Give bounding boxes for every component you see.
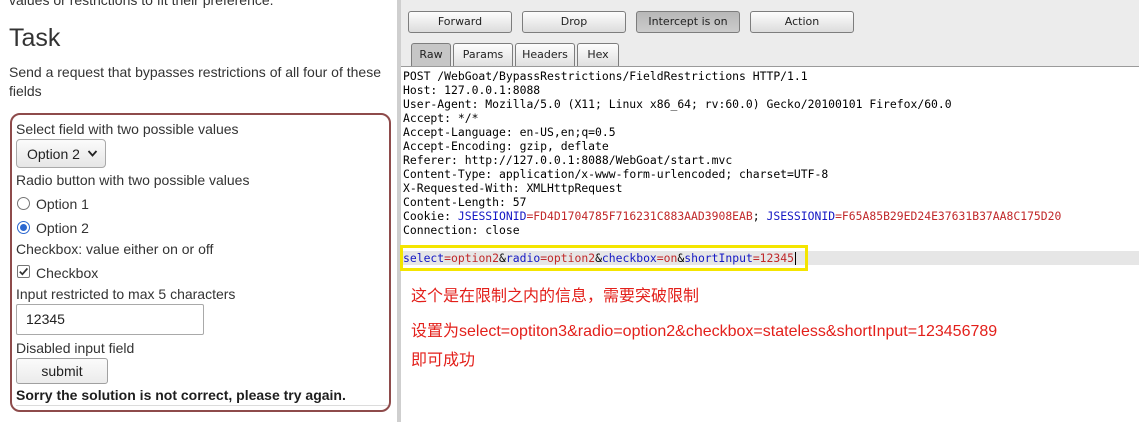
action-button[interactable]: Action: [750, 11, 854, 33]
header-value: close: [485, 223, 520, 237]
annotation-note: 这个是在限制之内的信息，需要突破限制: [411, 288, 700, 305]
request-header: User-Agent: Mozilla/5.0 (X11; Linux x86_…: [403, 97, 1137, 111]
header-value: 57: [512, 195, 527, 209]
select-field-label: Select field with two possible values: [16, 121, 239, 137]
header-name: Accept:: [403, 111, 458, 125]
cookie-name: JSESSIONID: [766, 209, 836, 223]
header-value: XMLHttpRequest: [526, 181, 623, 195]
header-value: en-US,en;q=0.5: [519, 125, 616, 139]
tab-params[interactable]: Params: [453, 43, 513, 66]
request-header: Connection: close: [403, 223, 1137, 237]
radio-option-1[interactable]: [17, 197, 30, 210]
header-value: application/x-www-form-urlencoded; chars…: [499, 167, 829, 181]
header-name: Content-Type:: [403, 167, 500, 181]
tab-hex[interactable]: Hex: [577, 43, 619, 66]
cookie-value: =F65A85B29ED24E37631B37AA8C175D20: [835, 209, 1062, 223]
tab-raw[interactable]: Raw: [411, 43, 451, 66]
header-name: Referer:: [403, 153, 465, 167]
intercept-toggle-button[interactable]: Intercept is on: [636, 11, 740, 33]
lesson-page: values or restrictions to fit their pref…: [0, 0, 397, 422]
request-header: Cookie: JSESSIONID=FD4D1704785F716231C88…: [403, 209, 1137, 223]
task-heading: Task: [9, 24, 61, 52]
header-name: Host:: [403, 83, 445, 97]
header-name: User-Agent:: [403, 97, 486, 111]
body-highlight-box: [400, 245, 808, 271]
request-header: X-Requested-With: XMLHttpRequest: [403, 181, 1137, 195]
header-value: gzip, deflate: [519, 139, 609, 153]
feedback-message: Sorry the solution is not correct, pleas…: [16, 387, 346, 403]
header-name: Accept-Language:: [403, 125, 520, 139]
radio-option-2-label: Option 2: [36, 220, 89, 236]
cookie-separator: ;: [752, 209, 767, 223]
submit-button[interactable]: submit: [16, 358, 108, 384]
request-header: Content-Type: application/x-www-form-url…: [403, 167, 1137, 181]
header-value: 127.0.0.1:8088: [444, 83, 541, 97]
header-name: X-Requested-With:: [403, 181, 527, 195]
request-header: Host: 127.0.0.1:8088: [403, 83, 1137, 97]
checkbox-group-label: Checkbox: value either on or off: [16, 241, 214, 257]
intro-text: values or restrictions to fit their pref…: [9, 0, 274, 8]
short-input-field[interactable]: 12345: [16, 304, 204, 335]
radio-option-1-label: Option 1: [36, 196, 89, 212]
drop-button[interactable]: Drop: [522, 11, 626, 33]
request-header: Referer: http://127.0.0.1:8088/WebGoat/s…: [403, 153, 1137, 167]
request-header: Accept-Encoding: gzip, deflate: [403, 139, 1137, 153]
radio-group-label: Radio button with two possible values: [16, 172, 250, 188]
tab-headers[interactable]: Headers: [515, 43, 575, 66]
option-select[interactable]: Option 2: [16, 139, 106, 168]
disabled-input-label: Disabled input field: [16, 340, 135, 356]
header-value: http://127.0.0.1:8088/WebGoat/start.mvc: [464, 153, 733, 167]
forward-button[interactable]: Forward: [408, 11, 512, 33]
header-name: Cookie:: [403, 209, 458, 223]
request-line: POST /WebGoat/BypassRestrictions/FieldRe…: [403, 69, 1137, 83]
header-name: Content-Length:: [403, 195, 513, 209]
checkmark-icon: [19, 267, 29, 276]
short-input-label: Input restricted to max 5 characters: [16, 286, 236, 302]
request-header: Accept: */*: [403, 111, 1137, 125]
annotation-payload: 设置为select=optiton3&radio=option2&checkbo…: [411, 323, 998, 340]
annotation-result: 即可成功: [411, 352, 476, 369]
checkbox[interactable]: [17, 265, 30, 278]
header-name: Accept-Encoding:: [403, 139, 520, 153]
header-value: Mozilla/5.0 (X11; Linux x86_64; rv:60.0)…: [485, 97, 952, 111]
divider: [16, 405, 388, 406]
raw-request-text[interactable]: POST /WebGoat/BypassRestrictions/FieldRe…: [403, 69, 1137, 265]
header-name: Connection:: [403, 223, 486, 237]
request-header: Content-Length: 57: [403, 195, 1137, 209]
header-value: */*: [457, 111, 479, 125]
cookie-value: =FD4D1704785F716231C883AAD3908EAB: [526, 209, 753, 223]
task-description: Send a request that bypasses restriction…: [9, 64, 381, 99]
request-line-text: POST /WebGoat/BypassRestrictions/FieldRe…: [403, 69, 808, 83]
chevron-down-icon: [87, 150, 98, 157]
request-header: Accept-Language: en-US,en;q=0.5: [403, 125, 1137, 139]
cookie-name: JSESSIONID: [457, 209, 527, 223]
radio-option-2[interactable]: [17, 221, 30, 234]
select-value: Option 2: [27, 146, 80, 162]
checkbox-label: Checkbox: [36, 265, 99, 281]
